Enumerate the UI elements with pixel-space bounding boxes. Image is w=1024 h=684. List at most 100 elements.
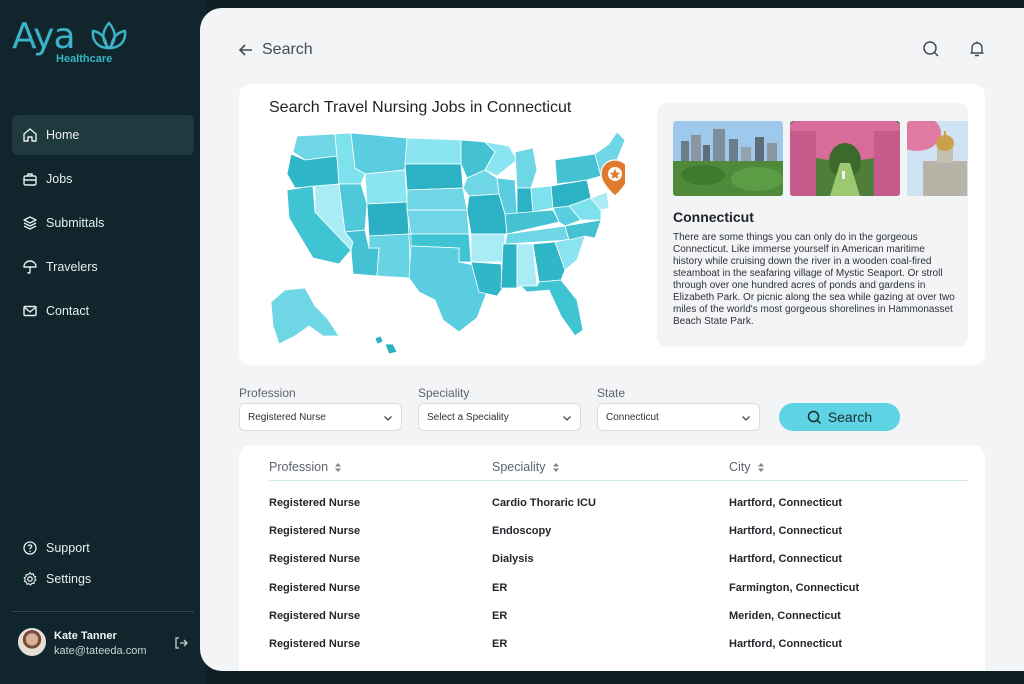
table-row[interactable]: Registered Nurse ER Farmington, Connecti…: [239, 582, 985, 610]
brand-logo[interactable]: Aya Healthcare: [12, 16, 132, 68]
chevron-down-icon: [384, 416, 392, 421]
state-overview-card: Search Travel Nursing Jobs in Connecticu…: [239, 84, 985, 365]
map-state: [406, 187, 468, 211]
map-state: [520, 279, 584, 337]
column-header-profession[interactable]: Profession: [269, 460, 342, 474]
logout-icon[interactable]: [174, 636, 188, 650]
sort-icon: [757, 462, 764, 472]
search-icon[interactable]: [922, 40, 940, 58]
sidebar-item-label: Jobs: [46, 172, 73, 186]
cell-speciality: ER: [492, 610, 508, 622]
state-value: Connecticut: [606, 411, 659, 423]
state-select[interactable]: Connecticut: [597, 403, 760, 431]
cell-speciality: Cardio Thoraric ICU: [492, 497, 596, 509]
map-state: [406, 209, 470, 235]
table-row[interactable]: Registered Nurse Dialysis Hartford, Conn…: [239, 553, 985, 581]
table-row[interactable]: Registered Nurse Endoscopy Hartford, Con…: [239, 525, 985, 553]
search-icon: [807, 410, 821, 424]
column-header-speciality[interactable]: Speciality: [492, 460, 560, 474]
map-state: [366, 201, 410, 237]
column-header-city[interactable]: City: [729, 460, 765, 474]
table-row[interactable]: Registered Nurse Cardio Thoraric ICU Har…: [239, 497, 985, 525]
map-state: [404, 163, 464, 191]
sidebar-item-jobs[interactable]: Jobs: [12, 159, 194, 199]
map-state: [374, 335, 398, 355]
state-description: There are some things you can only do in…: [673, 232, 955, 327]
avatar: [18, 628, 46, 656]
main-content: Search Search Travel Nursing Jobs in Con…: [200, 8, 1024, 671]
map-state: [286, 153, 340, 189]
cell-profession: Registered Nurse: [269, 553, 361, 565]
search-button[interactable]: Search: [779, 403, 900, 431]
sidebar-divider: [12, 611, 194, 612]
profession-label: Profession: [239, 386, 296, 400]
cell-profession: Registered Nurse: [269, 638, 361, 650]
map-state: [470, 233, 506, 263]
cell-profession: Registered Nurse: [269, 525, 361, 537]
speciality-value: Select a Speciality: [427, 411, 509, 423]
map-state: [292, 133, 338, 161]
sidebar: Aya Healthcare Home Jobs Submittals Trav…: [0, 0, 206, 684]
map-state: [404, 137, 462, 165]
brand-name: Aya: [12, 16, 76, 57]
sidebar-item-support[interactable]: Support: [12, 534, 194, 562]
section-title: Search Travel Nursing Jobs in Connecticu…: [269, 99, 572, 116]
cell-profession: Registered Nurse: [269, 497, 361, 509]
table-row[interactable]: Registered Nurse ER Meriden, Connecticut: [239, 610, 985, 638]
profession-select[interactable]: Registered Nurse: [239, 403, 402, 431]
header-divider: [269, 480, 969, 481]
cell-city: Farmington, Connecticut: [729, 582, 860, 594]
column-header-label: Speciality: [492, 460, 546, 474]
user-name: Kate Tanner: [54, 630, 117, 642]
sidebar-item-label: Travelers: [46, 260, 98, 274]
sort-icon: [552, 462, 559, 472]
state-photo-garden[interactable]: [790, 121, 900, 196]
sidebar-item-label: Support: [46, 541, 90, 555]
map-state: [516, 187, 534, 215]
state-name: Connecticut: [673, 209, 754, 225]
state-info-panel: Connecticut There are some things you ca…: [657, 103, 968, 347]
back-button[interactable]: Search: [238, 40, 313, 60]
top-actions: [922, 40, 986, 58]
map-state: [500, 243, 518, 289]
results-table: Profession Speciality City Registered Nu…: [239, 445, 985, 671]
cell-speciality: Endoscopy: [492, 525, 552, 537]
us-map[interactable]: [265, 130, 625, 360]
map-state: [364, 169, 408, 205]
sidebar-item-settings[interactable]: Settings: [12, 565, 194, 593]
page-title: Search: [262, 41, 313, 58]
column-header-label: City: [729, 460, 751, 474]
cell-profession: Registered Nurse: [269, 582, 361, 594]
bell-icon[interactable]: [968, 40, 986, 58]
brand-subtitle: Healthcare: [56, 53, 113, 65]
chevron-down-icon: [563, 416, 571, 421]
home-icon: [23, 128, 37, 142]
speciality-label: Speciality: [418, 386, 470, 400]
arrow-left-icon: [238, 44, 252, 56]
sidebar-item-travelers[interactable]: Travelers: [12, 247, 194, 287]
help-icon: [23, 541, 37, 555]
state-photo-capitol[interactable]: [907, 121, 968, 196]
gear-icon: [23, 571, 37, 586]
map-state: [530, 185, 554, 213]
sidebar-item-contact[interactable]: Contact: [12, 291, 194, 331]
search-button-label: Search: [827, 409, 873, 425]
sidebar-item-home[interactable]: Home: [12, 115, 194, 155]
user-profile[interactable]: Kate Tanner kate@tateeda.com: [18, 628, 194, 660]
map-state: [514, 147, 538, 189]
cell-speciality: Dialysis: [492, 553, 534, 565]
lotus-icon: [91, 21, 127, 50]
app-frame: Aya Healthcare Home Jobs Submittals Trav…: [0, 0, 1024, 684]
briefcase-icon: [23, 173, 37, 186]
sort-icon: [335, 462, 342, 472]
column-header-label: Profession: [269, 460, 329, 474]
sidebar-item-label: Home: [46, 128, 80, 142]
state-photo-hartford[interactable]: [673, 121, 783, 196]
cell-profession: Registered Nurse: [269, 610, 361, 622]
speciality-select[interactable]: Select a Speciality: [418, 403, 581, 431]
cell-city: Meriden, Connecticut: [729, 610, 841, 622]
chevron-down-icon: [742, 416, 750, 421]
sidebar-item-submittals[interactable]: Submittals: [12, 203, 194, 243]
table-row[interactable]: Registered Nurse ER Hartford, Connecticu…: [239, 638, 985, 666]
layers-icon: [23, 216, 37, 230]
